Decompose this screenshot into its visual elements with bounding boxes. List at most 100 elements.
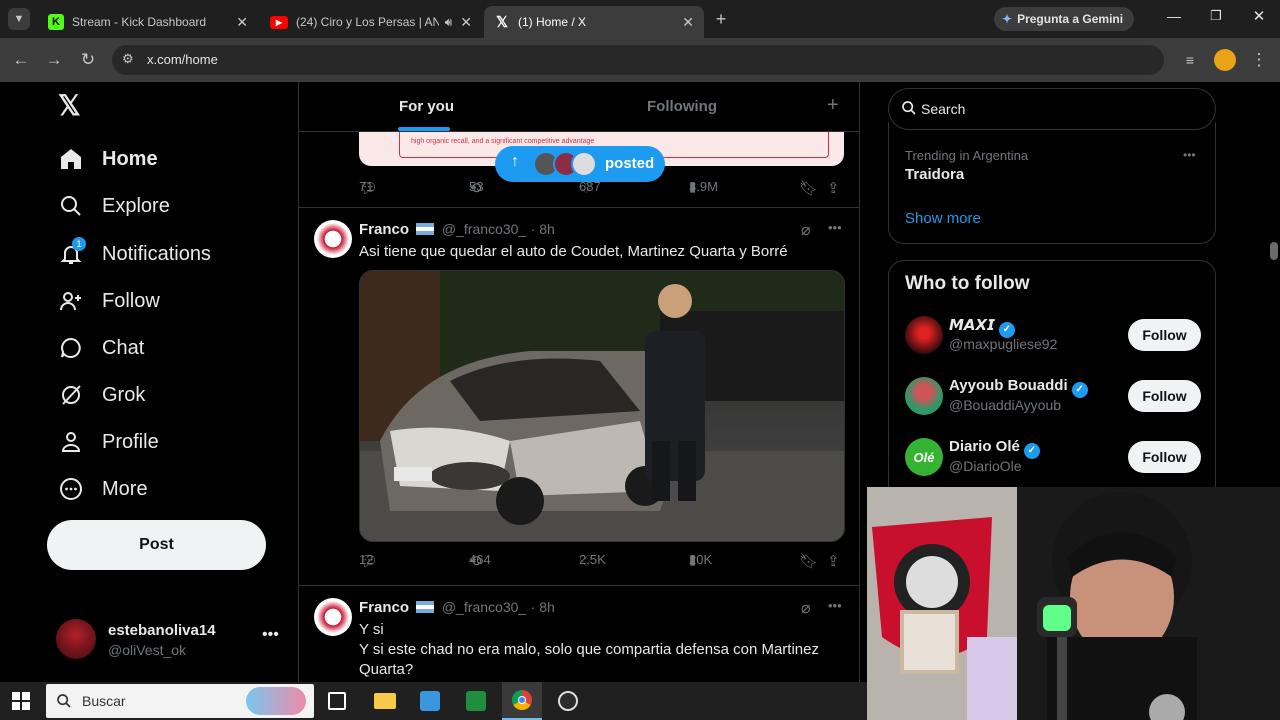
x-icon: 𝕏 <box>495 14 509 31</box>
author-handle[interactable]: @_franco30_ <box>442 221 526 237</box>
share-icon[interactable]: ⇪ <box>827 179 840 197</box>
more-dots-icon[interactable]: ••• <box>1183 148 1196 162</box>
nav-chat[interactable]: Chat <box>58 332 144 364</box>
suggestion-name: 𝙈𝘼𝙓𝙄 <box>949 317 995 334</box>
bookmark-icon[interactable]: 🔖︎ <box>799 179 818 197</box>
add-tab-icon[interactable]: + <box>827 94 839 117</box>
follow-suggestion[interactable]: Olé Diario Olé ✓ @DiarioOle Follow <box>889 433 1217 485</box>
gemini-button[interactable]: ✦ Pregunta a Gemini <box>994 7 1134 31</box>
tweet[interactable]: Franco @_franco30_ · 8h ⌀ ••• Y si Y si … <box>299 586 859 682</box>
url-text: x.com/home <box>147 52 218 67</box>
author-name[interactable]: Franco <box>359 221 409 238</box>
author-handle[interactable]: @_franco30_ <box>442 599 526 615</box>
profile-avatar-icon[interactable] <box>1214 49 1236 71</box>
nav-profile[interactable]: Profile <box>58 426 159 458</box>
more-dots-icon[interactable]: ••• <box>262 626 279 644</box>
avatar <box>571 151 597 177</box>
account-switcher[interactable]: estebanoliva14 @oliVest_ok ••• <box>56 616 286 662</box>
nav-home[interactable]: Home <box>58 143 158 175</box>
media-control-icon[interactable]: ≡ <box>1178 48 1202 72</box>
address-bar[interactable]: ⚙ <box>112 45 1164 75</box>
post-button[interactable]: Post <box>47 520 266 570</box>
close-icon[interactable]: ✕ <box>682 14 694 31</box>
obs-icon[interactable] <box>558 691 578 711</box>
meet-icon[interactable] <box>466 691 486 711</box>
minimize-button[interactable]: — <box>1164 8 1184 28</box>
store-icon[interactable] <box>420 691 440 711</box>
maximize-button[interactable]: ❐ <box>1206 8 1226 28</box>
site-settings-icon[interactable]: ⚙ <box>122 51 134 67</box>
youtube-icon: ▶ <box>270 15 288 29</box>
x-logo[interactable]: 𝕏 <box>58 92 86 120</box>
trends-card: Trending in Argentina Traidora ••• Show … <box>888 122 1216 244</box>
scrollbar-thumb[interactable] <box>1270 242 1278 260</box>
browser-tab-x[interactable]: 𝕏 (1) Home / X ✕ <box>484 6 704 38</box>
follow-suggestion[interactable]: 𝙈𝘼𝙓𝙄 ✓ @maxpugliese92 Follow <box>889 311 1217 363</box>
grok-icon[interactable]: ⌀ <box>801 598 811 618</box>
tweet-time[interactable]: · 8h <box>531 599 555 615</box>
follow-suggestion[interactable]: Ayyoub Bouaddi ✓ @BouaddiAyyoub Follow <box>889 372 1217 424</box>
tweet-text: Asi tiene que quedar el auto de Coudet, … <box>359 243 788 260</box>
person-icon <box>58 429 84 455</box>
suggestion-name: Ayyoub Bouaddi <box>949 377 1068 394</box>
follow-button[interactable]: Follow <box>1128 441 1201 473</box>
speaker-icon[interactable]: 🔊︎ <box>445 15 453 30</box>
tweet-header: Franco @_franco30_ · 8h <box>359 221 555 239</box>
back-icon[interactable]: ← <box>9 48 33 72</box>
share-icon[interactable]: ⇪ <box>827 552 840 570</box>
avatar <box>56 619 96 659</box>
grok-icon <box>58 382 84 408</box>
close-icon[interactable]: ✕ <box>460 14 472 31</box>
suggestion-handle: @maxpugliese92 <box>949 336 1058 352</box>
suggestion-name: Diario Olé <box>949 438 1020 455</box>
trend-topic[interactable]: Traidora <box>905 166 964 183</box>
file-explorer-icon[interactable] <box>374 693 396 709</box>
show-more-link[interactable]: Show more <box>905 210 981 227</box>
who-to-follow-card: Who to follow 𝙈𝘼𝙓𝙄 ✓ @maxpugliese92 Follo… <box>888 260 1216 500</box>
avatar <box>905 316 943 354</box>
close-window-button[interactable]: ✕ <box>1249 7 1269 27</box>
tweet-image[interactable] <box>359 270 845 542</box>
chrome-icon[interactable] <box>502 682 542 720</box>
forward-icon[interactable]: → <box>42 48 66 72</box>
avatar[interactable] <box>314 598 352 636</box>
follow-button[interactable]: Follow <box>1128 380 1201 412</box>
kick-icon: K <box>48 14 64 30</box>
nav-more[interactable]: More <box>58 473 148 505</box>
who-to-follow-title: Who to follow <box>905 273 1030 294</box>
close-icon[interactable]: ✕ <box>236 14 248 31</box>
home-icon <box>58 146 84 172</box>
verified-badge-icon: ✓ <box>1071 382 1088 398</box>
task-view-icon[interactable] <box>328 692 346 710</box>
tab-following[interactable]: Following <box>647 98 717 115</box>
nav-explore[interactable]: Explore <box>58 190 170 222</box>
new-tab-button[interactable]: + <box>710 8 732 30</box>
new-posts-pill[interactable]: ↑ posted <box>495 146 665 182</box>
tweet-time[interactable]: · 8h <box>531 221 555 237</box>
webcam-feed <box>867 487 1280 720</box>
bookmark-icon[interactable]: 🔖︎ <box>799 552 818 570</box>
arrow-up-icon: ↑ <box>511 153 519 170</box>
suggestion-handle: @DiarioOle <box>949 458 1022 474</box>
taskbar-search[interactable]: Buscar <box>46 684 314 718</box>
nav-notifications[interactable]: 1 Notifications <box>58 237 211 270</box>
windows-start-icon[interactable] <box>12 692 30 710</box>
more-circle-icon <box>58 476 84 502</box>
avatar[interactable] <box>314 220 352 258</box>
nav-follow[interactable]: Follow <box>58 285 160 317</box>
nav-grok[interactable]: Grok <box>58 379 145 411</box>
tab-search-button[interactable]: ▼ <box>8 8 30 30</box>
follow-button[interactable]: Follow <box>1128 319 1201 351</box>
author-name[interactable]: Franco <box>359 599 409 616</box>
tweet[interactable]: Franco @_franco30_ · 8h ⌀ ••• Asi tiene … <box>299 208 859 584</box>
more-dots-icon[interactable]: ••• <box>828 598 842 613</box>
browser-tab-kick[interactable]: K Stream - Kick Dashboard ✕ <box>38 6 258 38</box>
tweet-actions: 💬︎ 12 ⟲ 464 ♡ 2.5K ▮ 20K 🔖︎ ⇪ <box>359 552 840 570</box>
more-dots-icon[interactable]: ••• <box>828 220 842 235</box>
reload-icon[interactable]: ↻ <box>76 48 100 72</box>
account-handle: @oliVest_ok <box>108 642 187 658</box>
grok-icon[interactable]: ⌀ <box>801 220 811 240</box>
menu-kebab-icon[interactable]: ⋮ <box>1247 48 1271 72</box>
tab-for-you[interactable]: For you <box>399 98 454 115</box>
browser-tab-youtube[interactable]: ▶ (24) Ciro y Los Persas | ANT 🔊︎ ✕ <box>260 6 482 38</box>
